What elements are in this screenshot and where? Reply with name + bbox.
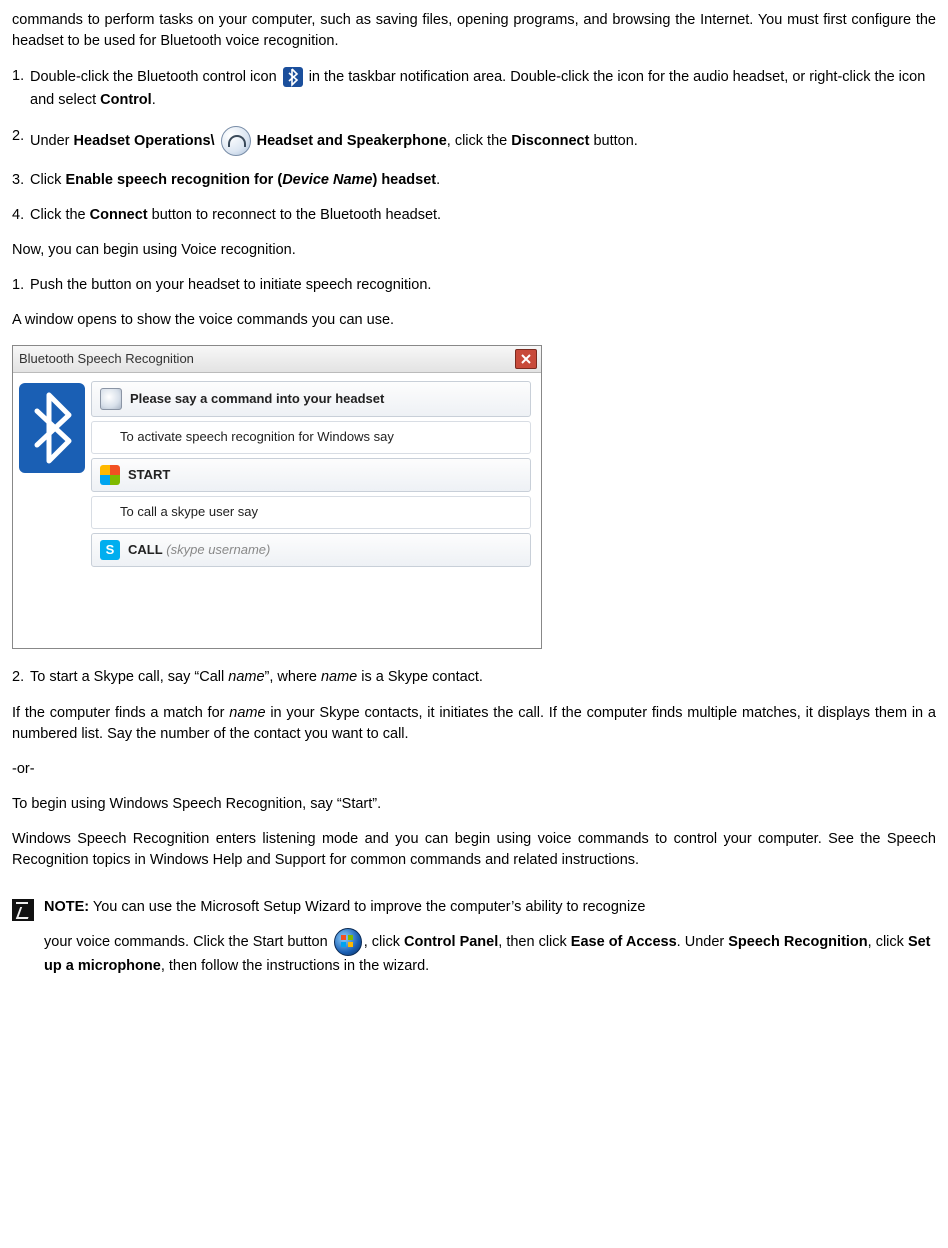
start-line: To begin using Windows Speech Recognitio… — [12, 794, 936, 815]
headset-small-icon — [100, 388, 122, 410]
step-1: 1. Double-click the Bluetooth control ic… — [12, 66, 936, 112]
match-pre: If the computer finds a match for — [12, 705, 229, 721]
skype-hint-row: To call a skype user say — [91, 496, 531, 529]
step-3-number: 3. — [12, 170, 30, 191]
start-command-row: START — [91, 458, 531, 492]
note-line-1: You can use the Microsoft Setup Wizard t… — [89, 899, 645, 915]
step-3-text: Click Enable speech recognition for (Dev… — [30, 170, 936, 191]
step-2-b2: Headset and Speakerphone — [257, 133, 447, 149]
step-2-text: Under Headset Operations\ Headset and Sp… — [30, 126, 936, 156]
s2-tail: is a Skype contact. — [357, 669, 483, 685]
push-step-1-text: Push the button on your headset to initi… — [30, 275, 936, 296]
note-ease-of-access: Ease of Access — [571, 933, 677, 949]
step-4-tail: button to reconnect to the Bluetooth hea… — [148, 207, 441, 223]
speech-recognition-window: Bluetooth Speech Recognition Please say … — [12, 345, 542, 649]
step-2-b3: Disconnect — [511, 133, 589, 149]
step-1-pre: Double-click the Bluetooth control icon — [30, 69, 281, 85]
skype-step-2-text: To start a Skype call, say “Call name”, … — [30, 667, 936, 688]
note-control-panel: Control Panel — [404, 933, 498, 949]
note-speech-recognition: Speech Recognition — [728, 933, 867, 949]
activate-hint-text: To activate speech recognition for Windo… — [120, 428, 394, 447]
step-1-tail: . — [152, 92, 156, 108]
step-1-control: Control — [100, 92, 152, 108]
skype-hint-text: To call a skype user say — [120, 503, 258, 522]
match-name: name — [229, 705, 265, 721]
listening-paragraph: Windows Speech Recognition enters listen… — [12, 829, 936, 871]
note-line-3b: , click — [868, 933, 908, 949]
match-paragraph: If the computer finds a match for name i… — [12, 703, 936, 745]
window-title: Bluetooth Speech Recognition — [19, 350, 194, 369]
step-4-text: Click the Connect button to reconnect to… — [30, 205, 936, 226]
call-command-text: CALL — [128, 542, 163, 557]
bluetooth-tray-icon — [283, 67, 303, 87]
step-2: 2. Under Headset Operations\ Headset and… — [12, 126, 936, 156]
s2-pre: To start a Skype call, say “Call — [30, 669, 228, 685]
note-block: NOTE: You can use the Microsoft Setup Wi… — [12, 897, 936, 977]
intro-paragraph: commands to perform tasks on your comput… — [12, 10, 936, 52]
call-command-arg: (skype username) — [166, 542, 270, 557]
headset-icon — [221, 126, 251, 156]
step-2-post: , click the — [447, 133, 511, 149]
command-prompt-text: Please say a command into your headset — [130, 390, 384, 409]
step-3: 3. Click Enable speech recognition for (… — [12, 170, 936, 191]
window-titlebar: Bluetooth Speech Recognition — [13, 346, 541, 373]
s2-mid: ”, where — [265, 669, 321, 685]
note-line-3a: . Under — [677, 933, 729, 949]
start-button-icon — [334, 928, 362, 956]
step-3-tail: . — [436, 172, 440, 188]
command-prompt-row: Please say a command into your headset — [91, 381, 531, 417]
skype-step-2: 2. To start a Skype call, say “Call name… — [12, 667, 936, 688]
step-4: 4. Click the Connect button to reconnect… — [12, 205, 936, 226]
step-3-b1: Enable speech recognition for ( — [65, 172, 282, 188]
call-command-row: CALL (skype username) — [91, 533, 531, 567]
step-4-pre: Click the — [30, 207, 90, 223]
step-3-pre: Click — [30, 172, 65, 188]
skype-icon — [100, 540, 120, 560]
now-line: Now, you can begin using Voice recogniti… — [12, 240, 936, 261]
note-icon — [12, 899, 34, 921]
window-bluetooth-panel — [13, 373, 91, 649]
push-step-1-number: 1. — [12, 275, 30, 296]
step-3-b2: ) headset — [372, 172, 436, 188]
step-1-number: 1. — [12, 66, 30, 112]
note-line-2b: , click — [364, 933, 404, 949]
note-text: NOTE: You can use the Microsoft Setup Wi… — [44, 897, 936, 977]
activate-hint-row: To activate speech recognition for Windo… — [91, 421, 531, 454]
step-3-device: Device Name — [282, 172, 372, 188]
start-command-text: START — [128, 466, 170, 485]
window-close-button[interactable] — [515, 349, 537, 369]
or-separator: -or- — [12, 759, 936, 780]
step-2-b1: Headset Operations\ — [74, 133, 215, 149]
window-opens: A window opens to show the voice command… — [12, 310, 936, 331]
windows-icon — [100, 465, 120, 485]
note-line-3c: , then follow the instructions in the wi… — [161, 958, 429, 974]
s2-name-1: name — [228, 669, 264, 685]
step-2-pre: Under — [30, 133, 74, 149]
note-line-2a: your voice commands. Click the Start but… — [44, 933, 332, 949]
bluetooth-logo-icon — [19, 383, 85, 473]
skype-step-2-number: 2. — [12, 667, 30, 688]
note-line-2c: , then click — [498, 933, 571, 949]
command-list: Please say a command into your headset T… — [91, 373, 541, 649]
s2-name-2: name — [321, 669, 357, 685]
step-4-number: 4. — [12, 205, 30, 226]
step-4-b1: Connect — [90, 207, 148, 223]
push-step-1: 1. Push the button on your headset to in… — [12, 275, 936, 296]
note-label: NOTE: — [44, 899, 89, 915]
step-2-number: 2. — [12, 126, 30, 156]
step-1-text: Double-click the Bluetooth control icon … — [30, 66, 936, 112]
step-2-tail: button. — [589, 133, 637, 149]
